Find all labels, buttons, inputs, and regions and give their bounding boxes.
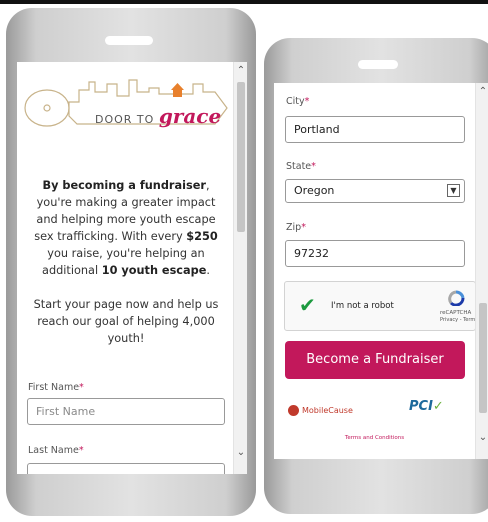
required-mark: * xyxy=(79,382,84,393)
house-icon xyxy=(171,83,184,97)
zip-input[interactable]: 97232 xyxy=(285,240,465,267)
intro-lead: By becoming a fundraiser xyxy=(42,179,206,192)
state-label-text: State xyxy=(286,161,312,172)
required-mark: * xyxy=(311,161,316,172)
logo-prefix: DOOR TO xyxy=(95,113,159,126)
last-name-input[interactable] xyxy=(27,463,225,474)
state-label: State* xyxy=(286,161,316,172)
chevron-down-icon[interactable]: ⌄ xyxy=(234,446,247,460)
required-mark: * xyxy=(304,96,310,107)
first-name-label-text: First Name xyxy=(28,382,80,393)
scroll-thumb[interactable] xyxy=(237,82,245,232)
phone-screen-left[interactable]: DOOR TO grace By becoming a fundraiser, … xyxy=(17,62,247,474)
recaptcha-links[interactable]: Privacy - Terms xyxy=(440,317,478,323)
first-name-label: First Name* xyxy=(28,382,84,393)
state-select-value: Oregon xyxy=(294,184,335,197)
state-select[interactable]: Oregon ▼ xyxy=(285,179,465,203)
top-rule xyxy=(0,0,488,4)
phone-screen-right[interactable]: City* Portland State* Oregon ▼ Zip* 9723… xyxy=(274,83,488,459)
recaptcha-label: I'm not a robot xyxy=(331,301,394,311)
phone-frame-right: City* Portland State* Oregon ▼ Zip* 9723… xyxy=(264,38,488,514)
logo-grace: grace xyxy=(158,104,222,128)
zip-label: Zip* xyxy=(286,222,306,233)
intro-paragraph: By becoming a fundraiser, you're making … xyxy=(27,177,225,279)
checkmark-icon[interactable]: ✔ xyxy=(299,295,316,315)
city-label-text: City xyxy=(286,96,305,107)
scrollbar-left[interactable]: ⌃ ⌄ xyxy=(233,62,247,474)
city-input[interactable]: Portland xyxy=(285,116,465,143)
mobilecause-logo: MobileCause xyxy=(288,405,353,416)
zip-label-text: Zip xyxy=(286,222,302,233)
scroll-thumb[interactable] xyxy=(479,303,487,413)
pci-check: ✓ xyxy=(432,399,444,414)
recaptcha-icon xyxy=(448,290,465,306)
become-fundraiser-button[interactable]: Become a Fundraiser xyxy=(285,341,465,379)
first-name-input[interactable]: First Name xyxy=(27,398,225,425)
terms-link[interactable]: Terms and Conditions xyxy=(274,435,475,441)
dropdown-arrow-icon[interactable]: ▼ xyxy=(447,184,460,197)
phone-speaker xyxy=(105,36,153,45)
pci-text: PCI xyxy=(409,399,433,414)
required-mark: * xyxy=(301,222,306,233)
recaptcha-brand: reCAPTCHA xyxy=(440,310,472,316)
scrollbar-right[interactable]: ⌃ ⌄ xyxy=(475,83,488,459)
required-mark: * xyxy=(78,445,84,456)
pci-logo: PCI✓ xyxy=(409,399,444,414)
intro-text-3: . xyxy=(206,264,210,277)
logo-text: DOOR TO grace xyxy=(95,104,221,128)
last-name-label-text: Last Name xyxy=(28,445,79,456)
mobilecause-text: MobileCause xyxy=(302,406,353,415)
city-label: City* xyxy=(286,96,309,107)
goal-paragraph: Start your page now and help us reach ou… xyxy=(33,298,219,345)
recaptcha-widget[interactable]: ✔ I'm not a robot reCAPTCHA Privacy - Te… xyxy=(284,281,478,331)
phone-speaker xyxy=(358,60,398,69)
chevron-up-icon[interactable]: ⌃ xyxy=(476,85,488,99)
mobilecause-icon xyxy=(288,405,299,416)
last-name-label: Last Name* xyxy=(28,445,84,456)
phone-frame-left: DOOR TO grace By becoming a fundraiser, … xyxy=(6,8,256,516)
chevron-down-icon[interactable]: ⌄ xyxy=(476,431,488,445)
intro-amount: $250 xyxy=(186,230,218,243)
door-to-grace-logo: DOOR TO grace xyxy=(17,62,233,136)
chevron-up-icon[interactable]: ⌃ xyxy=(234,64,247,78)
intro-youth: 10 youth escape xyxy=(101,264,207,277)
